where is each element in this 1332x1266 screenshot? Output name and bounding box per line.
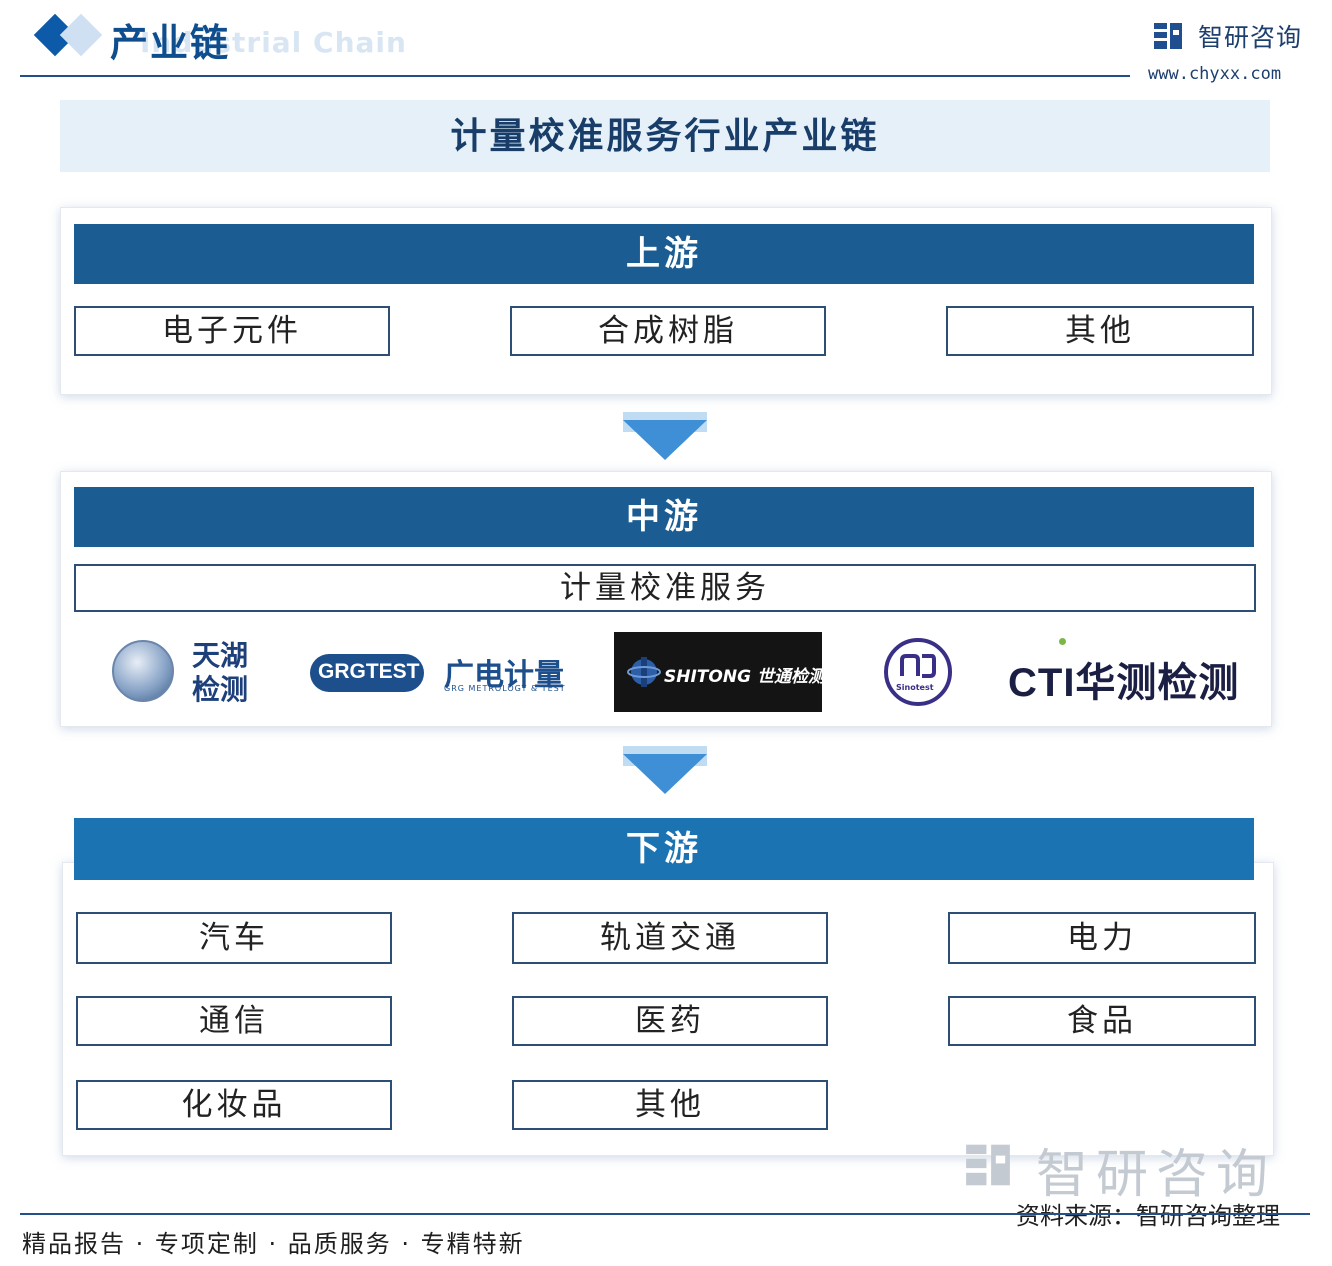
header-divider xyxy=(20,75,1130,77)
down-arrow-icon xyxy=(623,420,707,460)
down-arrow-icon xyxy=(623,754,707,794)
downstream-item: 医药 xyxy=(512,996,828,1046)
midstream-header: 中游 xyxy=(74,487,1254,547)
downstream-header: 下游 xyxy=(74,818,1254,880)
shitong-emblem-icon xyxy=(627,657,661,687)
downstream-item: 化妆品 xyxy=(76,1080,392,1130)
upstream-header: 上游 xyxy=(74,224,1254,284)
grgtest-sub: GRG METROLOGY & TEST xyxy=(444,684,566,693)
grgtest-wordmark: GRGTEST xyxy=(318,660,420,683)
footer-tags: 精品报告 · 专项定制 · 品质服务 · 专精特新 xyxy=(22,1230,525,1258)
brand-name: 智研咨询 xyxy=(1198,23,1303,52)
downstream-item: 电力 xyxy=(948,912,1256,964)
header-diamond-shadow-icon xyxy=(59,13,103,57)
brand-logo-icon xyxy=(1154,23,1182,49)
upstream-item: 电子元件 xyxy=(74,306,390,356)
upstream-item: 合成树脂 xyxy=(510,306,826,356)
midstream-item: 计量校准服务 xyxy=(74,564,1256,612)
downstream-item: 轨道交通 xyxy=(512,912,828,964)
brand-url: www.chyxx.com xyxy=(1148,64,1282,84)
cti-wordmark: CTI华测检测 xyxy=(1008,661,1240,705)
watermark-logo-icon xyxy=(966,1144,1010,1186)
downstream-item: 通信 xyxy=(76,996,392,1046)
sinotest-mark-icon xyxy=(900,654,936,678)
downstream-item: 汽车 xyxy=(76,912,392,964)
downstream-item: 其他 xyxy=(512,1080,828,1130)
shitong-wordmark: SHITONG 世通检测 xyxy=(664,667,825,687)
cti-dot-icon xyxy=(1059,638,1066,645)
footer-divider xyxy=(20,1213,1310,1215)
section-title: 产业链 xyxy=(110,21,231,65)
upstream-item: 其他 xyxy=(946,306,1254,356)
logo-tianhu-line2: 检测 xyxy=(192,673,249,706)
tianhu-globe-logo-icon xyxy=(112,640,174,702)
sinotest-label: Sinotest xyxy=(896,683,934,692)
chart-title: 计量校准服务行业产业链 xyxy=(450,115,880,157)
title-banner: 计量校准服务行业产业链 xyxy=(60,100,1270,172)
downstream-item: 食品 xyxy=(948,996,1256,1046)
